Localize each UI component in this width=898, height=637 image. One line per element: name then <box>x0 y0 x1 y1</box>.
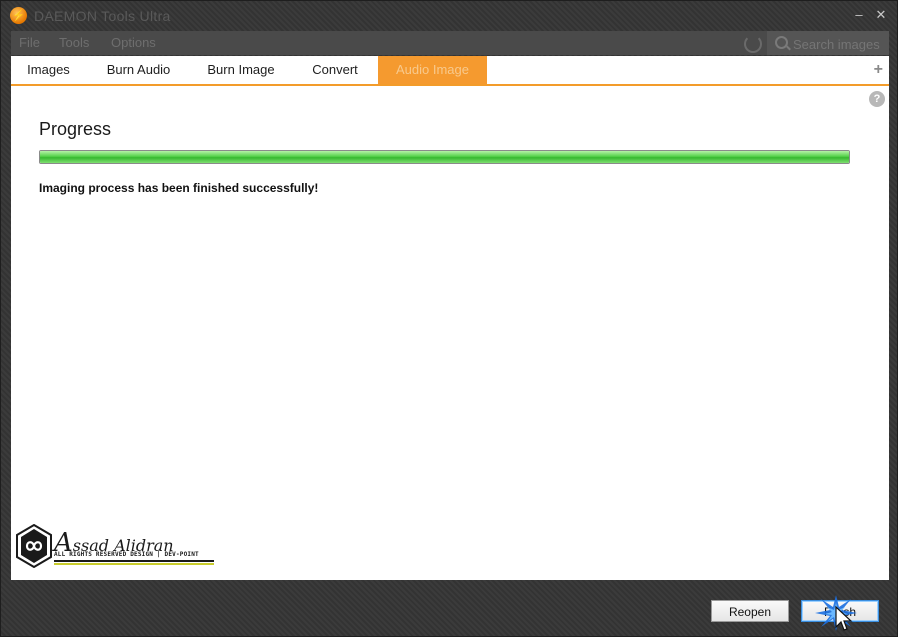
menu-file[interactable]: File <box>19 35 40 50</box>
tab-burn-image[interactable]: Burn Image <box>191 56 291 84</box>
help-icon[interactable]: ? <box>869 91 885 107</box>
menu-tools[interactable]: Tools <box>59 35 89 50</box>
minimize-button[interactable]: – <box>849 6 869 24</box>
mouse-cursor-icon <box>815 595 857 631</box>
search-box[interactable] <box>767 31 889 55</box>
page-title: Progress <box>39 119 112 139</box>
menu-options[interactable]: Options <box>111 35 156 50</box>
tab-convert[interactable]: Convert <box>296 56 374 84</box>
watermark-underline <box>54 560 214 562</box>
tab-audio-image[interactable]: Audio Image <box>378 56 487 84</box>
menu-bar: File Tools Options <box>11 31 889 55</box>
watermark-tagline: ALL RIGHTS RESERVED DESIGN | DEV-POINT <box>54 551 199 558</box>
progress-bar <box>39 150 850 164</box>
daemon-tools-logo-icon: ⚡ <box>10 7 27 24</box>
watermark-underline-accent <box>54 563 214 565</box>
reopen-button[interactable]: Reopen <box>711 600 789 622</box>
progress-bar-fill <box>40 151 849 163</box>
window-title: DAEMON Tools Ultra <box>34 8 171 24</box>
title-bar[interactable]: ⚡ DAEMON Tools Ultra – ✕ <box>1 1 898 31</box>
status-message: Imaging process has been finished succes… <box>39 181 319 195</box>
search-input[interactable] <box>791 33 889 55</box>
author-watermark: Assad Alidran ALL RIGHTS RESERVED DESIGN… <box>16 524 216 570</box>
tab-images[interactable]: Images <box>11 56 86 84</box>
main-content: ? Progress Imaging process has been fini… <box>11 86 889 580</box>
tab-bar: Images Burn Audio Burn Image Convert Aud… <box>11 56 889 86</box>
refresh-icon[interactable] <box>744 35 762 53</box>
add-tab-icon[interactable]: + <box>874 61 883 79</box>
search-icon <box>775 36 788 49</box>
app-window: ⚡ DAEMON Tools Ultra – ✕ File Tools Opti… <box>0 0 898 637</box>
infinity-hexagon-logo-icon <box>16 524 52 568</box>
close-button[interactable]: ✕ <box>871 6 891 24</box>
tab-burn-audio[interactable]: Burn Audio <box>91 56 186 84</box>
